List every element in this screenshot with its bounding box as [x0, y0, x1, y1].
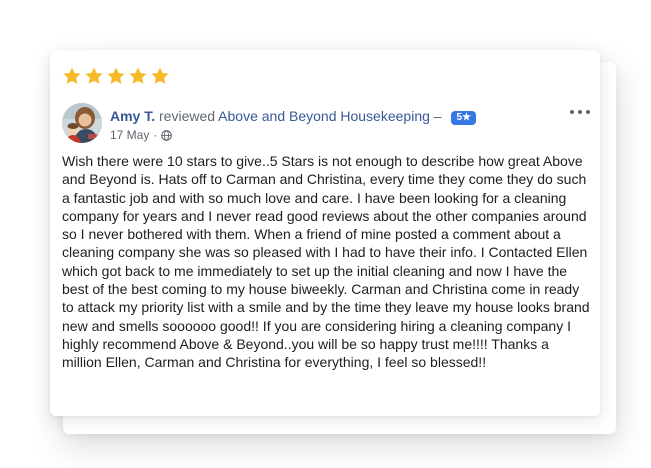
- review-text: Wish there were 10 stars to give..5 Star…: [62, 153, 590, 371]
- author-name[interactable]: Amy T.: [110, 108, 155, 124]
- review-header: Amy T. reviewed Above and Beyond Houseke…: [110, 107, 476, 125]
- avatar-photo: [62, 103, 102, 143]
- star-rating: [62, 66, 170, 86]
- review-meta: 17 May ·: [110, 128, 173, 142]
- more-dot: [570, 110, 574, 114]
- review-card: Amy T. reviewed Above and Beyond Houseke…: [50, 50, 600, 416]
- avatar[interactable]: [62, 103, 102, 143]
- star-icon: [151, 67, 169, 84]
- star-icon: [107, 67, 125, 84]
- review-action: reviewed: [159, 108, 216, 124]
- page-name-link[interactable]: Above and Beyond Housekeeping: [218, 108, 430, 124]
- more-options-icon[interactable]: [570, 106, 590, 118]
- meta-separator: ·: [153, 128, 158, 142]
- rating-badge: 5★: [451, 111, 476, 125]
- star-icon: [85, 67, 103, 84]
- globe-icon: [161, 129, 173, 141]
- review-date[interactable]: 17 May: [110, 128, 149, 142]
- more-dot: [578, 110, 582, 114]
- more-dot: [586, 110, 590, 114]
- header-dash: –: [433, 108, 442, 124]
- screenshot-stage: Amy T. reviewed Above and Beyond Houseke…: [0, 0, 651, 468]
- star-icon: [129, 67, 147, 84]
- star-icon: [63, 67, 81, 84]
